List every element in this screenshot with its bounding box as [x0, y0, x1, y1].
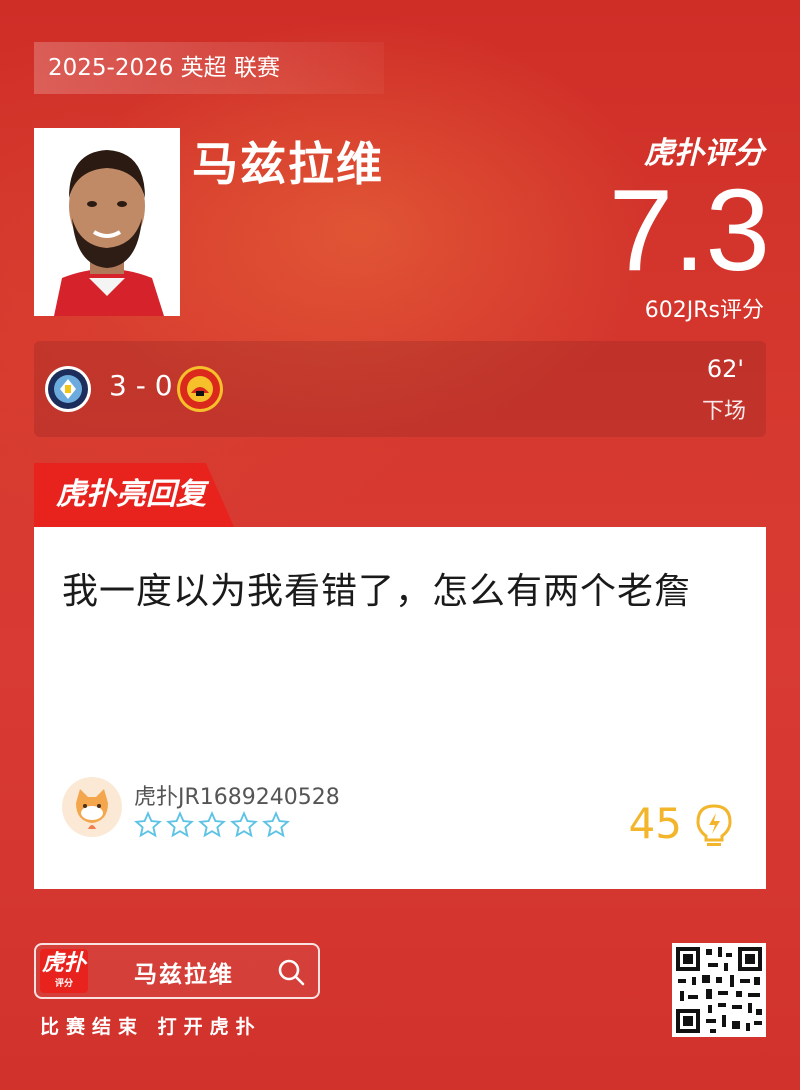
- reply-card: 我一度以为我看错了，怎么有两个老詹 虎扑JR1689240528 45: [34, 527, 766, 889]
- man-city-badge-icon: [44, 365, 92, 417]
- qr-code: [672, 943, 766, 1037]
- reply-tab: 虎扑亮回复: [34, 463, 234, 527]
- star-icon: [198, 811, 226, 838]
- reply-text: 我一度以为我看错了，怎么有两个老詹: [62, 571, 692, 612]
- match-summary: 3 - 0 62' 下场: [34, 341, 766, 437]
- search-bar[interactable]: 虎扑 评分 马兹拉维: [34, 943, 320, 999]
- star-icon: [166, 811, 194, 838]
- username[interactable]: 虎扑JR1689240528: [134, 779, 340, 811]
- hupu-logo-subtext: 评分: [54, 979, 73, 989]
- hupu-logo: 虎扑 评分: [40, 949, 88, 993]
- minutes-played: 62': [706, 355, 744, 383]
- footer-tagline: 比赛结束 打开虎扑: [40, 1016, 262, 1038]
- like-count: 45: [628, 799, 682, 848]
- season-label: 2025-2026 英超 联赛: [34, 42, 384, 94]
- star-icon: [230, 811, 258, 838]
- lightbulb-like-icon[interactable]: [694, 803, 734, 853]
- search-term: 马兹拉维: [134, 962, 234, 988]
- substitution-status: 下场: [701, 399, 746, 424]
- rating-score: 7.3: [608, 165, 770, 295]
- hupu-logo-text: 虎扑: [41, 951, 86, 976]
- rating-count: 602JRs评分: [644, 298, 764, 323]
- star-icon: [262, 811, 290, 838]
- player-photo: [34, 128, 180, 316]
- user-avatar[interactable]: [62, 777, 122, 837]
- man-united-badge-icon: [176, 365, 224, 417]
- star-icon: [134, 811, 162, 838]
- player-name: 马兹拉维: [192, 137, 384, 191]
- user-rating-stars: [134, 811, 290, 839]
- search-icon[interactable]: [276, 957, 306, 991]
- match-score: 3 - 0: [109, 369, 173, 402]
